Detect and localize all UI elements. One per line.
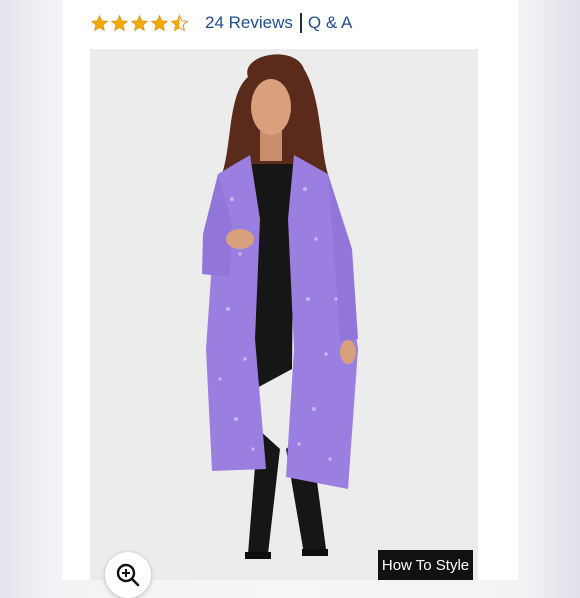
rating-row: 24 Reviews Q & A xyxy=(90,10,352,36)
star-icon xyxy=(110,14,129,31)
star-icon xyxy=(150,14,169,31)
model-illustration xyxy=(202,54,358,559)
star-rating[interactable] xyxy=(90,13,189,33)
reviews-link[interactable]: 24 Reviews xyxy=(205,13,293,33)
star-icon xyxy=(130,14,149,31)
product-card: 24 Reviews Q & A How To Style xyxy=(62,0,518,598)
qa-link[interactable]: Q & A xyxy=(308,13,352,33)
zoom-in-icon xyxy=(116,563,140,587)
how-to-style-button[interactable]: How To Style xyxy=(378,550,473,580)
zoom-button[interactable] xyxy=(105,552,151,598)
divider xyxy=(299,13,302,33)
product-image[interactable] xyxy=(90,49,478,580)
star-half-icon xyxy=(170,13,189,32)
star-icon xyxy=(90,14,109,31)
